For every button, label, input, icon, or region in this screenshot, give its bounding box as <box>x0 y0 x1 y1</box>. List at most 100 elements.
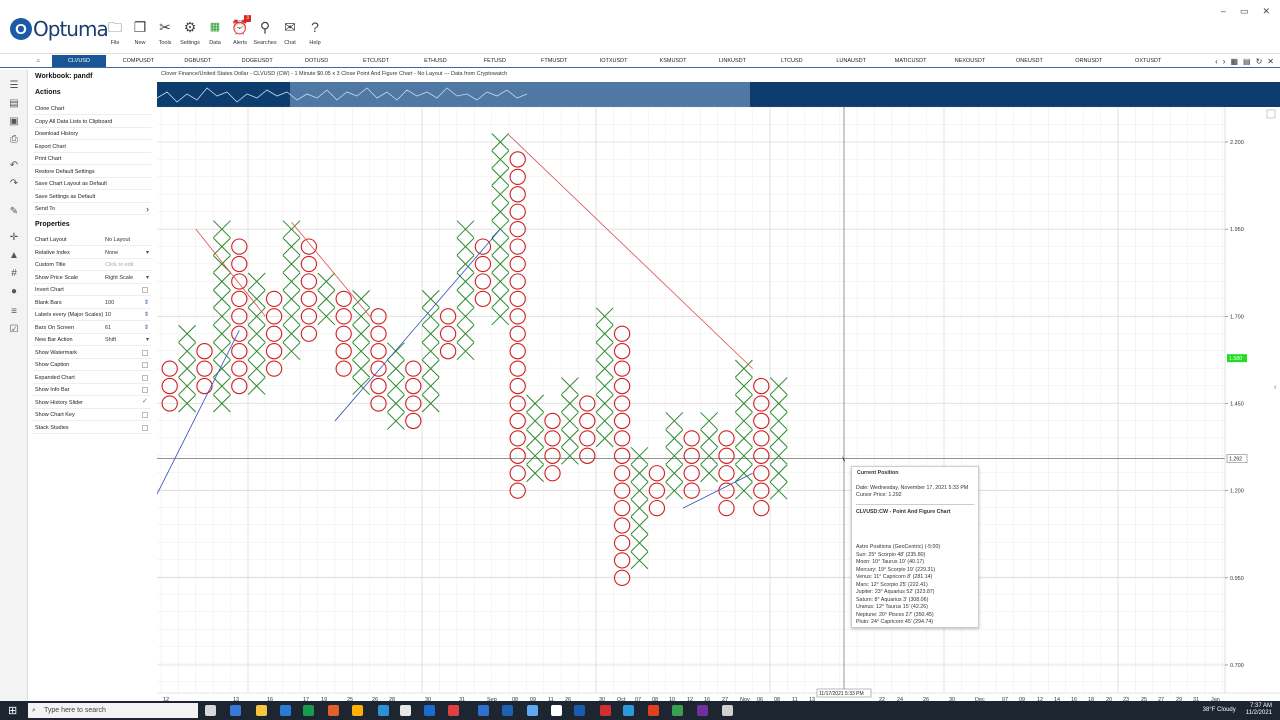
prop-show-history-slider[interactable]: Show History Slider ✓ <box>33 397 151 409</box>
taskbar-app-icon[interactable] <box>672 705 683 716</box>
taskbar-app-icon[interactable] <box>600 705 611 716</box>
prop-chart-layout[interactable]: Chart Layout No Layout <box>33 234 151 246</box>
taskbar-app-icon[interactable] <box>648 705 659 716</box>
taskbar-app-icon[interactable] <box>205 705 216 716</box>
taskbar-app-icon[interactable] <box>424 705 435 716</box>
checkbox[interactable] <box>142 287 148 293</box>
print-icon[interactable]: ⎙ <box>8 134 20 146</box>
taskbar-app-icon[interactable] <box>551 705 562 716</box>
prop-show-watermark[interactable]: Show Watermark <box>33 347 151 359</box>
tools-button[interactable]: ✂ Tools <box>154 18 176 52</box>
taskbar-app-icon[interactable] <box>256 705 267 716</box>
action-send-to[interactable]: Send To › <box>33 203 151 215</box>
action-save-settings-as-default[interactable]: Save Settings as Default <box>33 191 151 203</box>
tab-clvusd[interactable]: CLVUSD <box>52 55 106 67</box>
tab-fetusd[interactable]: FETUSD <box>468 55 522 67</box>
new-button[interactable]: ❐ New <box>129 18 151 52</box>
layers-icon[interactable]: ≡ <box>8 306 20 318</box>
taskbar-app-icon[interactable] <box>303 705 314 716</box>
lock-icon[interactable]: ▲ <box>8 250 20 262</box>
checkbox[interactable] <box>142 374 148 381</box>
action-copy-all-data-lists-to-clipboard[interactable]: Copy All Data Lists to Clipboard <box>33 116 151 128</box>
tab-dgbusdt[interactable]: DGBUSDT <box>171 55 225 67</box>
minimize-icon[interactable]: – <box>1221 6 1226 17</box>
tab-dogeusdt[interactable]: DOGEUSDT <box>230 55 284 67</box>
prop-stack-studies[interactable]: Stack Studies <box>33 422 151 434</box>
close-icon[interactable]: ✕ <box>1262 6 1270 17</box>
crosshair-icon[interactable]: ✛ <box>8 232 20 244</box>
open-icon[interactable]: ▤ <box>8 98 20 110</box>
chart-area[interactable]: 2.200 1.950 1.700 1.450 1.200 0.950 0.700 1.580… <box>156 80 1280 706</box>
tab-oneusdt[interactable]: ONEUSDT <box>1002 55 1056 67</box>
refresh-icon[interactable]: ↻ <box>1256 57 1263 66</box>
alerts-button[interactable]: ⏰ 3 Alerts <box>229 15 251 52</box>
taskbar-app-icon[interactable] <box>352 705 363 716</box>
action-export-chart[interactable]: Export Chart <box>33 141 151 153</box>
checkbox[interactable] <box>142 349 148 356</box>
home-icon[interactable]: ⌂ <box>28 55 48 67</box>
taskbar-app-icon[interactable] <box>623 705 634 716</box>
taskbar-search[interactable]: ⌕ Type here to search <box>28 703 198 718</box>
tab-etcusdt[interactable]: ETCUSDT <box>349 55 403 67</box>
prop-blank-bars[interactable]: Blank Bars 100 ⇕ <box>33 297 151 309</box>
taskbar-app-icon[interactable] <box>280 705 291 716</box>
chevron-left-icon[interactable]: ‹ <box>1215 57 1218 66</box>
prop-show-price-scale[interactable]: Show Price Scale Right Scale ▾ <box>33 272 151 284</box>
taskbar-app-icon[interactable] <box>574 705 585 716</box>
pnf-chart[interactable]: 2.200 1.950 1.700 1.450 1.200 0.950 0.700 1.580… <box>156 80 1280 706</box>
windows-start-icon[interactable]: ⊞ <box>8 704 17 717</box>
data-button[interactable]: ▦ Data <box>204 18 226 52</box>
checklist-icon[interactable]: ☑ <box>8 324 20 336</box>
tab-ltcusd[interactable]: LTCUSD <box>765 55 819 67</box>
layout-icon[interactable]: ▦ <box>1230 57 1238 66</box>
taskbar-app-icon[interactable] <box>378 705 389 716</box>
prop-relative-index[interactable]: Relative Index None ▾ <box>33 247 151 259</box>
prop-invert-chart[interactable]: Invert Chart <box>33 284 151 296</box>
taskbar-app-icon[interactable] <box>722 705 733 716</box>
help-button[interactable]: ? Help <box>304 18 326 52</box>
file-button[interactable]: 🗀 File <box>104 18 126 52</box>
tab-compusdt[interactable]: COMPUSDT <box>111 55 165 67</box>
searches-button[interactable]: ⚲ Searches <box>253 18 276 52</box>
taskbar-app-icon[interactable] <box>697 705 708 716</box>
chat-button[interactable]: ✉ Chat <box>279 18 301 52</box>
redo-icon[interactable]: ↷ <box>8 178 20 190</box>
action-print-chart[interactable]: Print Chart <box>33 153 151 165</box>
prop-custom-title[interactable]: Custom Title Click to edit <box>33 259 151 271</box>
prop-show-info-bar[interactable]: Show Info Bar <box>33 384 151 396</box>
prop-new-bar-action[interactable]: New Bar Action Shift ▾ <box>33 334 151 346</box>
tab-maticusdt[interactable]: MATICUSDT <box>884 55 938 67</box>
prop-show-chart-key[interactable]: Show Chart Key <box>33 409 151 421</box>
taskbar-app-icon[interactable] <box>527 705 538 716</box>
save-icon[interactable]: ▣ <box>8 116 20 128</box>
tab-linkusdt[interactable]: LINKUSDT <box>705 55 759 67</box>
tab-ornusdt[interactable]: ORNUSDT <box>1062 55 1116 67</box>
action-download-history[interactable]: Download History <box>33 128 151 140</box>
settings-button[interactable]: ⚙ Settings <box>179 18 201 52</box>
grid-icon[interactable]: ▤ <box>1243 57 1251 66</box>
checkbox[interactable] <box>142 387 148 393</box>
chevron-right-icon[interactable]: › <box>1223 57 1226 66</box>
tab-ethusd[interactable]: ETHUSD <box>408 55 462 67</box>
user-icon[interactable]: ● <box>8 286 20 298</box>
tab-ftmusdt[interactable]: FTMUSDT <box>527 55 581 67</box>
taskbar-app-icon[interactable] <box>502 705 513 716</box>
checkbox[interactable] <box>142 412 148 418</box>
prop-bars-on-screen[interactable]: Bars On Screen 61 ⇕ <box>33 322 151 334</box>
tab-ksmusdt[interactable]: KSMUSDT <box>646 55 700 67</box>
action-restore-default-settings[interactable]: Restore Default Settings <box>33 166 151 178</box>
draw-tool-icon[interactable]: ✎ <box>8 206 20 218</box>
prop-labels-every-major-scales-[interactable]: Labels every (Major Scales) 10 ⇕ <box>33 309 151 321</box>
maximize-icon[interactable]: ▭ <box>1240 6 1249 17</box>
undo-icon[interactable]: ↶ <box>8 160 20 172</box>
action-save-chart-layout-as-default[interactable]: Save Chart Layout as Default <box>33 178 151 190</box>
action-clone-chart[interactable]: Clone Chart <box>33 103 151 115</box>
tab-dotusd[interactable]: DOTUSD <box>290 55 344 67</box>
prop-show-caption[interactable]: Show Caption <box>33 359 151 371</box>
tab-nexousdt[interactable]: NEXOUSDT <box>943 55 997 67</box>
list-icon[interactable]: ☰ <box>8 80 20 92</box>
checkbox[interactable] <box>142 424 148 431</box>
tab-oxtusdt[interactable]: OXTUSDT <box>1121 55 1175 67</box>
checkbox[interactable] <box>142 362 148 368</box>
tab-lunausdt[interactable]: LUNAUSDT <box>824 55 878 67</box>
